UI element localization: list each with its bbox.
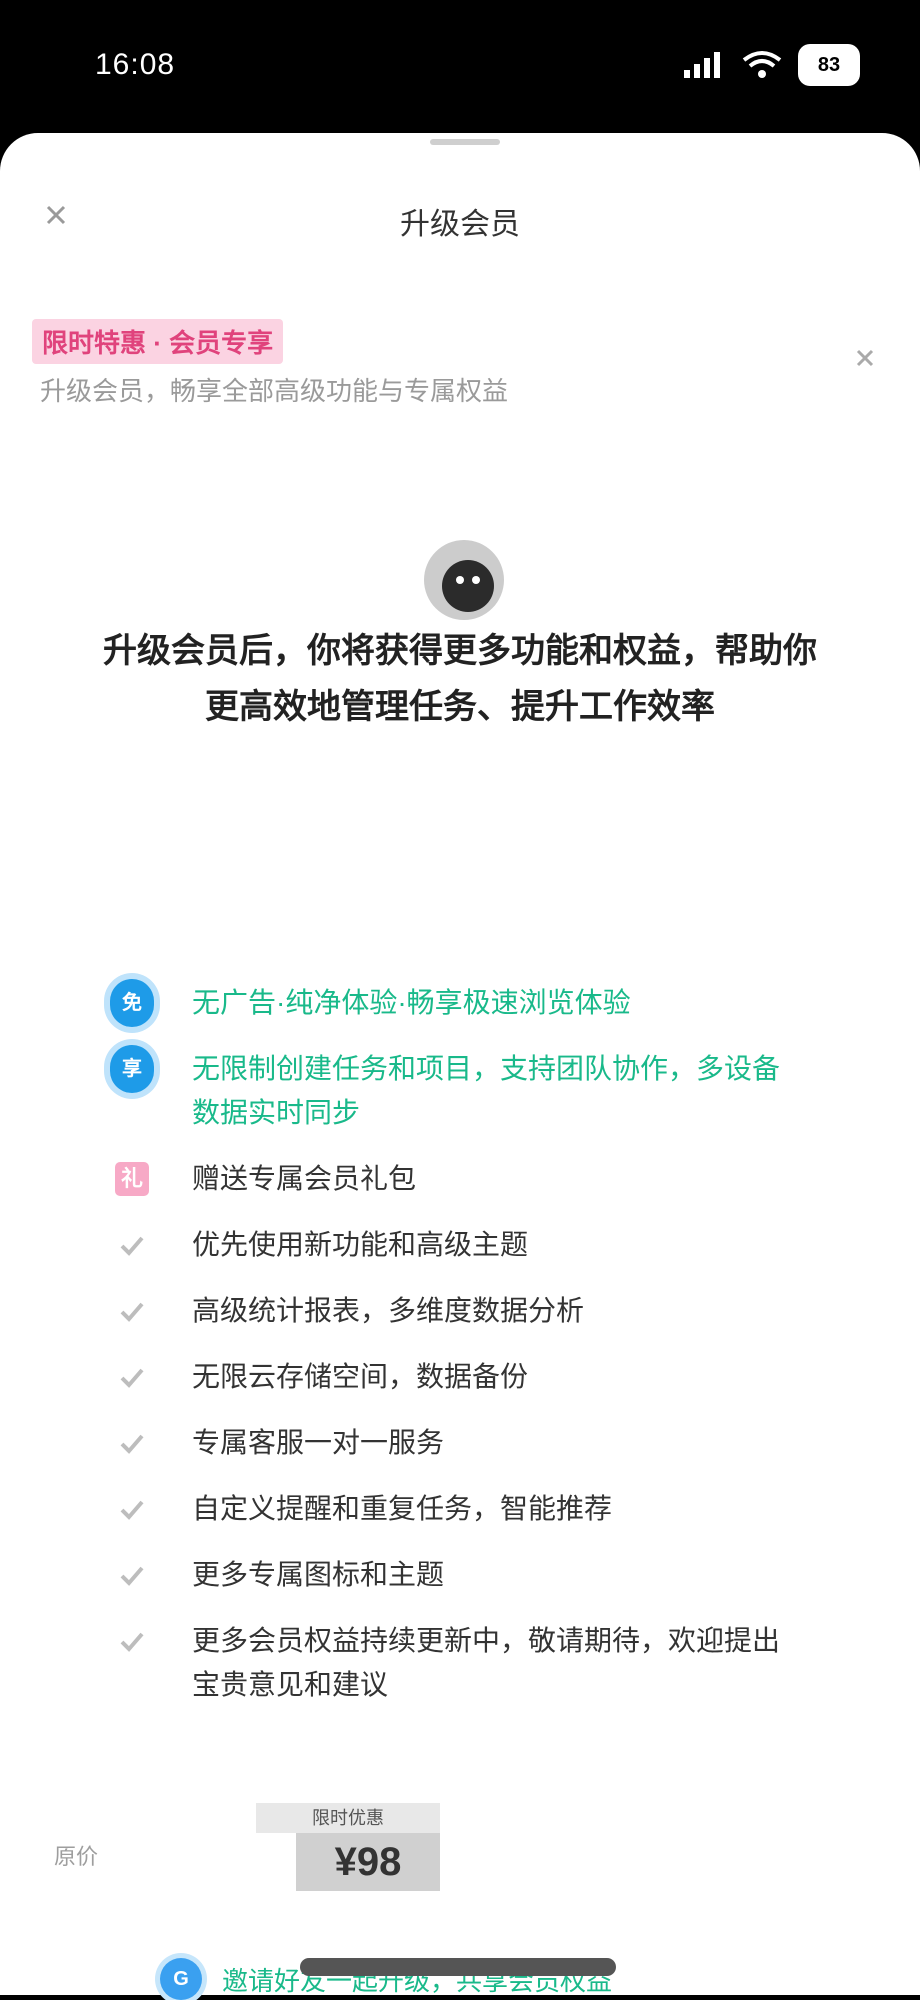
- benefit-heading: 升级会员后，你将获得更多功能和权益，帮助你更高效地管理任务、提升工作效率: [103, 632, 817, 726]
- upgrade-sheet: 升级会员 限时特惠 · 会员专享 升级会员，畅享全部高级功能与专属权益 升级会员…: [0, 133, 920, 2000]
- face-icon: [424, 540, 504, 620]
- promo-tag: 限时特惠 · 会员专享: [32, 319, 284, 364]
- discount-badge: 限时优惠: [256, 1803, 440, 1833]
- gift-icon: G: [160, 1958, 202, 2000]
- check-icon: [120, 1632, 144, 1652]
- pricing[interactable]: 原价 限时优惠 ¥98: [54, 1803, 474, 1923]
- feature-text: 无限云存储空间，数据备份: [192, 1361, 529, 1392]
- check-icon: [120, 1236, 144, 1256]
- status-bar: 16:08 83: [0, 0, 920, 140]
- ad-free-icon: 免: [110, 979, 154, 1027]
- unlimited-icon: 享: [110, 1045, 154, 1093]
- battery-indicator: 83: [798, 44, 860, 86]
- feature-item: 高级统计报表，多维度数据分析: [110, 1289, 800, 1333]
- bullet: [110, 1223, 154, 1267]
- feature-item: 优先使用新功能和高级主题: [110, 1223, 800, 1267]
- check-icon: [120, 1368, 144, 1388]
- feature-text: 赠送专属会员礼包: [192, 1163, 417, 1194]
- check-icon: [120, 1302, 144, 1322]
- feature-item: 更多会员权益持续更新中，敬请期待，欢迎提出宝贵意见和建议: [110, 1619, 800, 1707]
- feature-text: 自定义提醒和重复任务，智能推荐: [192, 1493, 613, 1524]
- bullet: [110, 1619, 154, 1663]
- check-icon: [120, 1500, 144, 1520]
- bullet: [110, 1289, 154, 1333]
- bullet: [110, 1487, 154, 1531]
- bullet: [110, 1421, 154, 1465]
- status-time: 16:08: [95, 48, 176, 81]
- feature-list: 免 无广告·纯净体验·畅享极速浏览体验 享 无限制创建任务和项目，支持团队协作，…: [110, 979, 800, 1729]
- promo-close-button[interactable]: [850, 343, 880, 373]
- home-indicator[interactable]: [300, 1958, 616, 1976]
- feature-text: 无广告·纯净体验·畅享极速浏览体验: [192, 987, 631, 1018]
- bullet: 礼: [110, 1157, 154, 1201]
- current-price: ¥98: [296, 1833, 440, 1891]
- wifi-icon: [742, 51, 782, 78]
- feature-text: 优先使用新功能和高级主题: [192, 1229, 529, 1260]
- feature-text: 更多会员权益持续更新中，敬请期待，欢迎提出宝贵意见和建议: [192, 1625, 781, 1700]
- bullet: [110, 1355, 154, 1399]
- feature-text: 无限制创建任务和项目，支持团队协作，多设备数据实时同步: [192, 1053, 781, 1128]
- bullet: 享: [110, 1045, 154, 1093]
- feature-item: 专属客服一对一服务: [110, 1421, 800, 1465]
- gift-icon: 礼: [115, 1162, 149, 1196]
- feature-text: 更多专属图标和主题: [192, 1559, 445, 1590]
- bullet: 免: [110, 979, 154, 1027]
- feature-item: 享 无限制创建任务和项目，支持团队协作，多设备数据实时同步: [110, 1045, 800, 1135]
- bullet: [110, 1553, 154, 1597]
- check-icon: [120, 1434, 144, 1454]
- feature-item: 礼 赠送专属会员礼包: [110, 1157, 800, 1201]
- status-icons: 83: [682, 44, 860, 86]
- page-title: 升级会员: [400, 208, 520, 241]
- original-price: 原价: [54, 1844, 99, 1869]
- sheet-grabber[interactable]: [430, 139, 500, 145]
- promo-subtitle: 升级会员，畅享全部高级功能与专属权益: [40, 376, 509, 406]
- close-icon: [856, 349, 874, 367]
- check-icon: [120, 1566, 144, 1586]
- feature-text: 高级统计报表，多维度数据分析: [192, 1295, 585, 1326]
- feature-item: 自定义提醒和重复任务，智能推荐: [110, 1487, 800, 1531]
- feature-text: 专属客服一对一服务: [192, 1427, 445, 1458]
- feature-item: 无限云存储空间，数据备份: [110, 1355, 800, 1399]
- feature-item: 更多专属图标和主题: [110, 1553, 800, 1597]
- cellular-signal-icon: [684, 52, 720, 78]
- feature-item: 免 无广告·纯净体验·畅享极速浏览体验: [110, 979, 800, 1027]
